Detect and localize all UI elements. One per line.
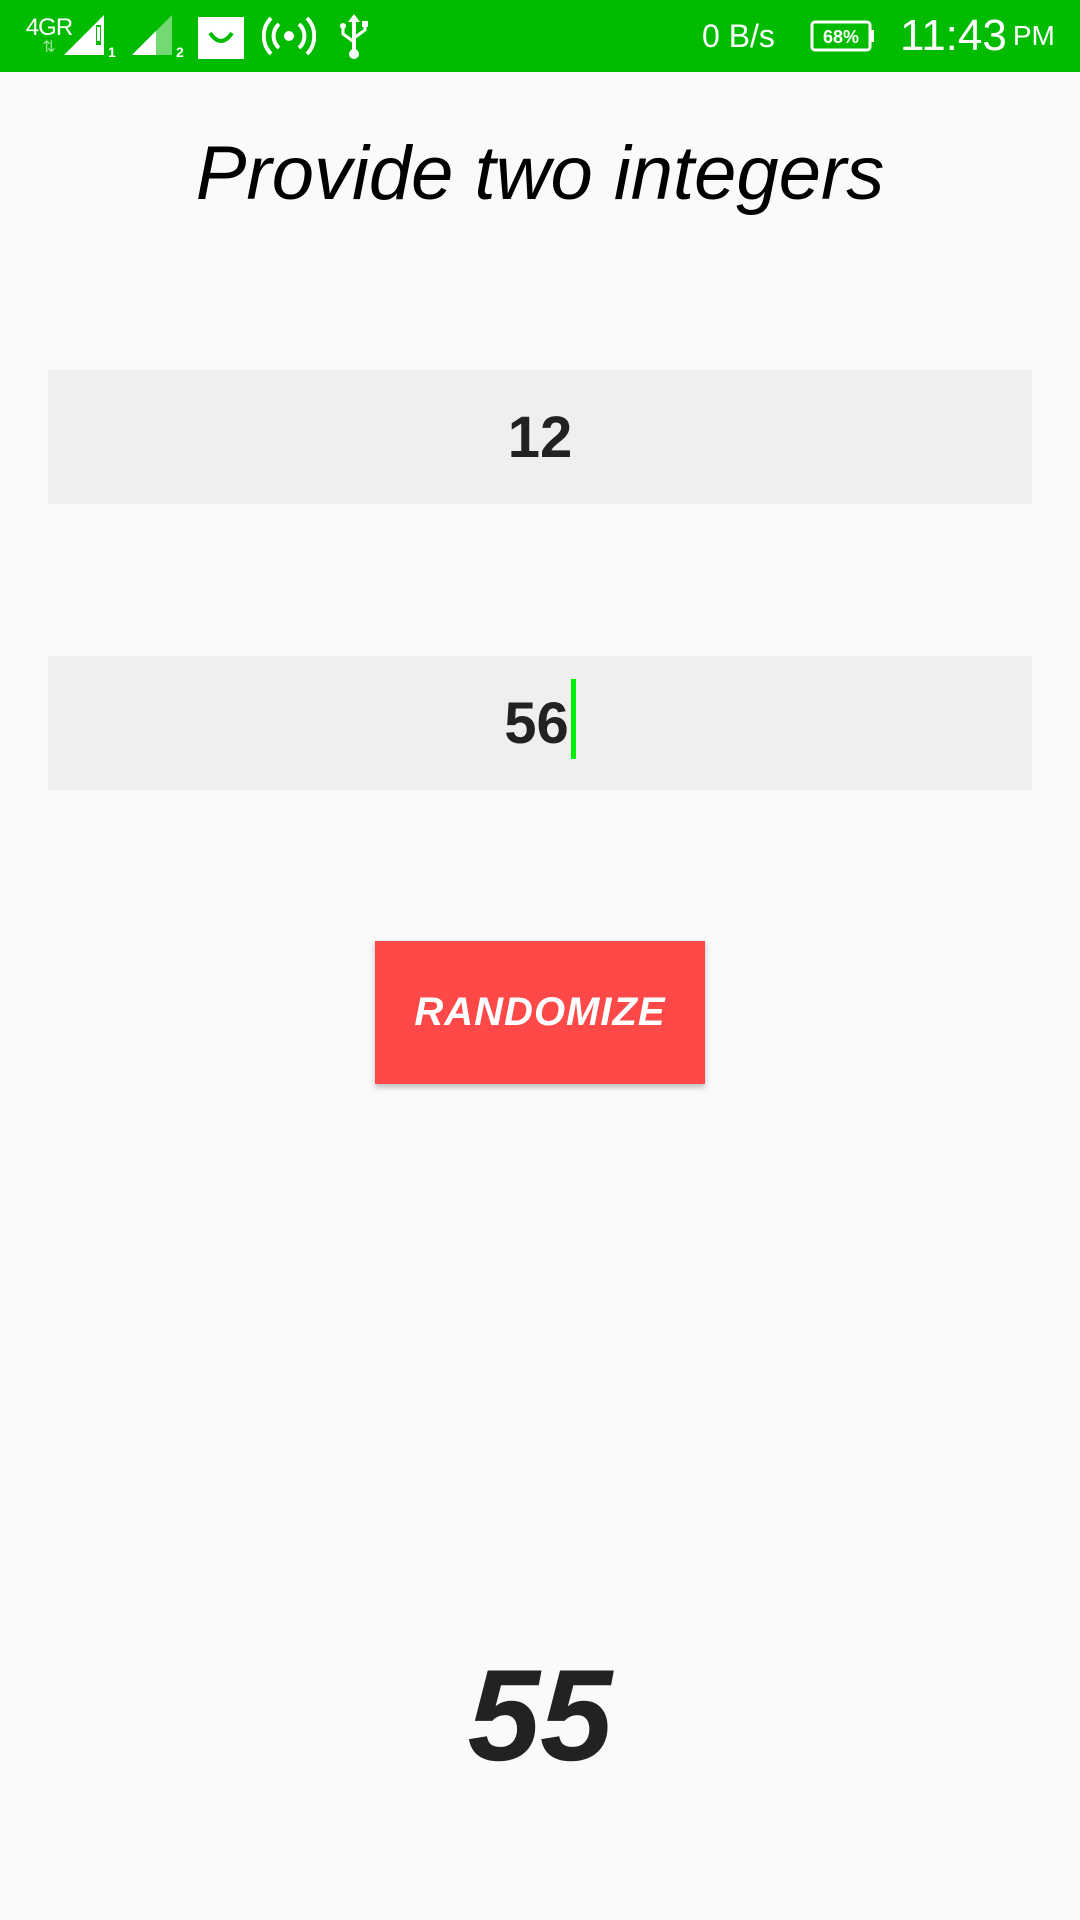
text-cursor xyxy=(570,679,576,759)
signal-sim1-icon: 1 xyxy=(60,0,120,72)
clock: 11:43 PM xyxy=(900,0,1055,72)
min-integer-input[interactable]: 12 xyxy=(48,370,1032,504)
hotspot-icon xyxy=(262,0,316,72)
page-title: Provide two integers xyxy=(195,131,885,216)
max-integer-input[interactable]: 56 xyxy=(48,656,1032,790)
min-integer-value: 12 xyxy=(507,404,573,470)
battery-icon: 68% xyxy=(810,0,876,72)
randomize-button[interactable]: RANDOMIZE xyxy=(375,941,705,1084)
clock-time: 11:43 xyxy=(900,11,1007,60)
battery-level: 68% xyxy=(823,27,859,47)
max-integer-value: 56 xyxy=(504,690,569,756)
signal-sim2-icon: 2 xyxy=(128,0,188,72)
shopping-bag-icon xyxy=(196,0,248,72)
usb-icon xyxy=(336,0,374,72)
net-speed: 0 B/s xyxy=(702,17,775,54)
clock-ampm: PM xyxy=(1012,20,1055,51)
svg-text:2: 2 xyxy=(176,44,184,60)
random-result: 55 xyxy=(467,1642,613,1788)
data-arrows-icon: ⇅ xyxy=(42,39,56,56)
status-bar: 4GR ⇅ 1 2 0 B/s 68% 11:43 PM xyxy=(0,0,1080,72)
svg-text:1: 1 xyxy=(108,44,116,60)
